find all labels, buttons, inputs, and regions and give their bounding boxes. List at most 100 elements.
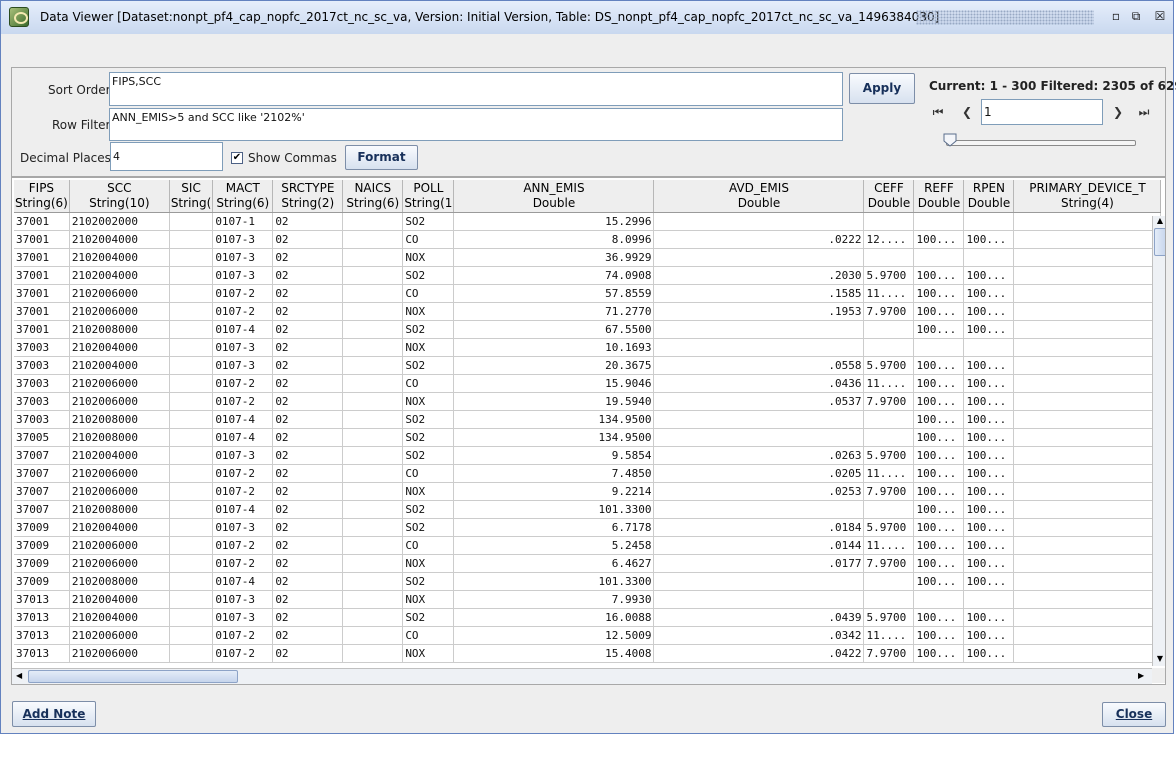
horizontal-scroll-thumb[interactable] [28,670,238,683]
table-cell[interactable] [342,500,404,519]
table-cell[interactable] [342,608,404,627]
table-cell[interactable] [169,554,214,573]
page-slider-thumb[interactable] [943,133,957,147]
table-cell[interactable]: 100... [963,446,1015,465]
close-icon[interactable]: ☒ [1153,9,1167,23]
table-cell[interactable]: 02 [272,392,344,411]
table-cell[interactable] [1013,446,1162,465]
table-cell[interactable] [863,338,915,357]
column-header[interactable]: SCC String(10) [69,180,170,213]
table-cell[interactable]: 0107-2 [212,392,274,411]
table-row[interactable]: 37001 2102008000 0107-4 02 SO2 67.5500 100... 1… [14,320,1162,339]
table-cell[interactable]: 100... [963,464,1015,483]
table-cell[interactable]: 02 [272,626,344,645]
table-cell[interactable] [342,428,404,447]
scroll-down-icon[interactable]: ▼ [1155,654,1165,664]
table-cell[interactable]: 2102006000 [69,554,170,573]
table-cell[interactable]: 0107-3 [212,356,274,375]
table-cell[interactable]: .0253 [653,482,865,501]
table-cell[interactable]: 15.4008 [453,644,655,663]
table-cell[interactable]: SO2 [402,356,455,375]
table-cell[interactable]: 0107-2 [212,644,274,663]
table-cell[interactable]: 37007 [14,464,70,483]
table-cell[interactable]: 100... [913,392,965,411]
table-cell[interactable]: 02 [272,266,344,285]
table-cell[interactable]: 2102002000 [69,212,170,231]
table-cell[interactable]: 0107-2 [212,464,274,483]
table-cell[interactable]: 8.0996 [453,230,655,249]
table-cell[interactable]: SO2 [402,608,455,627]
table-row[interactable]: 37003 2102006000 0107-2 02 CO 15.9046.0436 11.… [14,374,1162,393]
table-cell[interactable] [653,248,865,267]
table-cell[interactable]: 11.... [863,536,915,555]
table-cell[interactable]: 100... [963,626,1015,645]
table-cell[interactable]: 100... [913,230,965,249]
table-cell[interactable] [1013,572,1162,591]
table-cell[interactable]: 37003 [14,356,70,375]
table-cell[interactable]: 100... [913,464,965,483]
table-cell[interactable]: 02 [272,554,344,573]
table-cell[interactable] [653,320,865,339]
table-cell[interactable] [1013,302,1162,321]
table-cell[interactable]: 02 [272,302,344,321]
table-cell[interactable] [342,410,404,429]
table-cell[interactable]: 37001 [14,284,70,303]
next-page-icon[interactable]: ❯ [1109,105,1127,119]
table-cell[interactable] [1013,482,1162,501]
table-cell[interactable]: 2102004000 [69,266,170,285]
table-cell[interactable] [342,212,404,231]
table-cell[interactable] [169,428,214,447]
table-cell[interactable] [342,518,404,537]
table-cell[interactable] [863,248,915,267]
vertical-scroll-thumb[interactable] [1154,228,1165,256]
table-row[interactable]: 37003 2102004000 0107-3 02 NOX 10.1693 [14,338,1162,357]
table-cell[interactable]: 37003 [14,392,70,411]
table-cell[interactable]: .0263 [653,446,865,465]
table-row[interactable]: 37009 2102004000 0107-3 02 SO2 6.7178.0184 5.9… [14,518,1162,537]
table-cell[interactable] [169,536,214,555]
table-cell[interactable]: 100... [913,356,965,375]
table-cell[interactable] [1013,230,1162,249]
table-cell[interactable]: 100... [963,356,1015,375]
add-note-button[interactable]: Add Note [12,701,96,727]
table-cell[interactable]: 100... [963,374,1015,393]
table-cell[interactable] [169,590,214,609]
maximize-icon[interactable]: ⧉ [1129,9,1143,23]
table-cell[interactable] [653,212,865,231]
table-cell[interactable]: 37009 [14,554,70,573]
table-cell[interactable]: SO2 [402,446,455,465]
table-cell[interactable]: 2102004000 [69,446,170,465]
column-header[interactable]: CEFF Double [863,180,915,213]
table-cell[interactable]: 5.9700 [863,608,915,627]
table-cell[interactable]: 0107-2 [212,626,274,645]
table-cell[interactable] [342,644,404,663]
table-row[interactable]: 37009 2102006000 0107-2 02 CO 5.2458.0144 11..… [14,536,1162,555]
table-cell[interactable] [863,410,915,429]
table-row[interactable]: 37003 2102004000 0107-3 02 SO2 20.3675.0558 5.… [14,356,1162,375]
table-row[interactable]: 37009 2102006000 0107-2 02 NOX 6.4627.0177 7.9… [14,554,1162,573]
table-cell[interactable]: .0205 [653,464,865,483]
table-cell[interactable]: 100... [963,284,1015,303]
table-cell[interactable]: 100... [913,428,965,447]
table-cell[interactable]: 02 [272,374,344,393]
table-cell[interactable]: 02 [272,572,344,591]
table-cell[interactable] [863,590,915,609]
table-cell[interactable]: 37009 [14,536,70,555]
minimize-icon[interactable]: ▫ [1109,9,1123,23]
table-cell[interactable] [1013,338,1162,357]
table-cell[interactable] [1013,464,1162,483]
table-cell[interactable] [169,572,214,591]
format-button[interactable]: Format [345,145,418,170]
table-cell[interactable] [913,248,965,267]
table-cell[interactable]: 7.9700 [863,302,915,321]
table-cell[interactable]: 37003 [14,410,70,429]
table-cell[interactable] [169,248,214,267]
table-cell[interactable]: 100... [913,266,965,285]
table-cell[interactable] [342,590,404,609]
table-cell[interactable]: 2102004000 [69,518,170,537]
table-cell[interactable]: 0107-3 [212,590,274,609]
table-cell[interactable]: 100... [913,626,965,645]
table-row[interactable]: 37003 2102008000 0107-4 02 SO2 134.9500 100...… [14,410,1162,429]
table-cell[interactable]: SO2 [402,266,455,285]
table-cell[interactable] [913,338,965,357]
